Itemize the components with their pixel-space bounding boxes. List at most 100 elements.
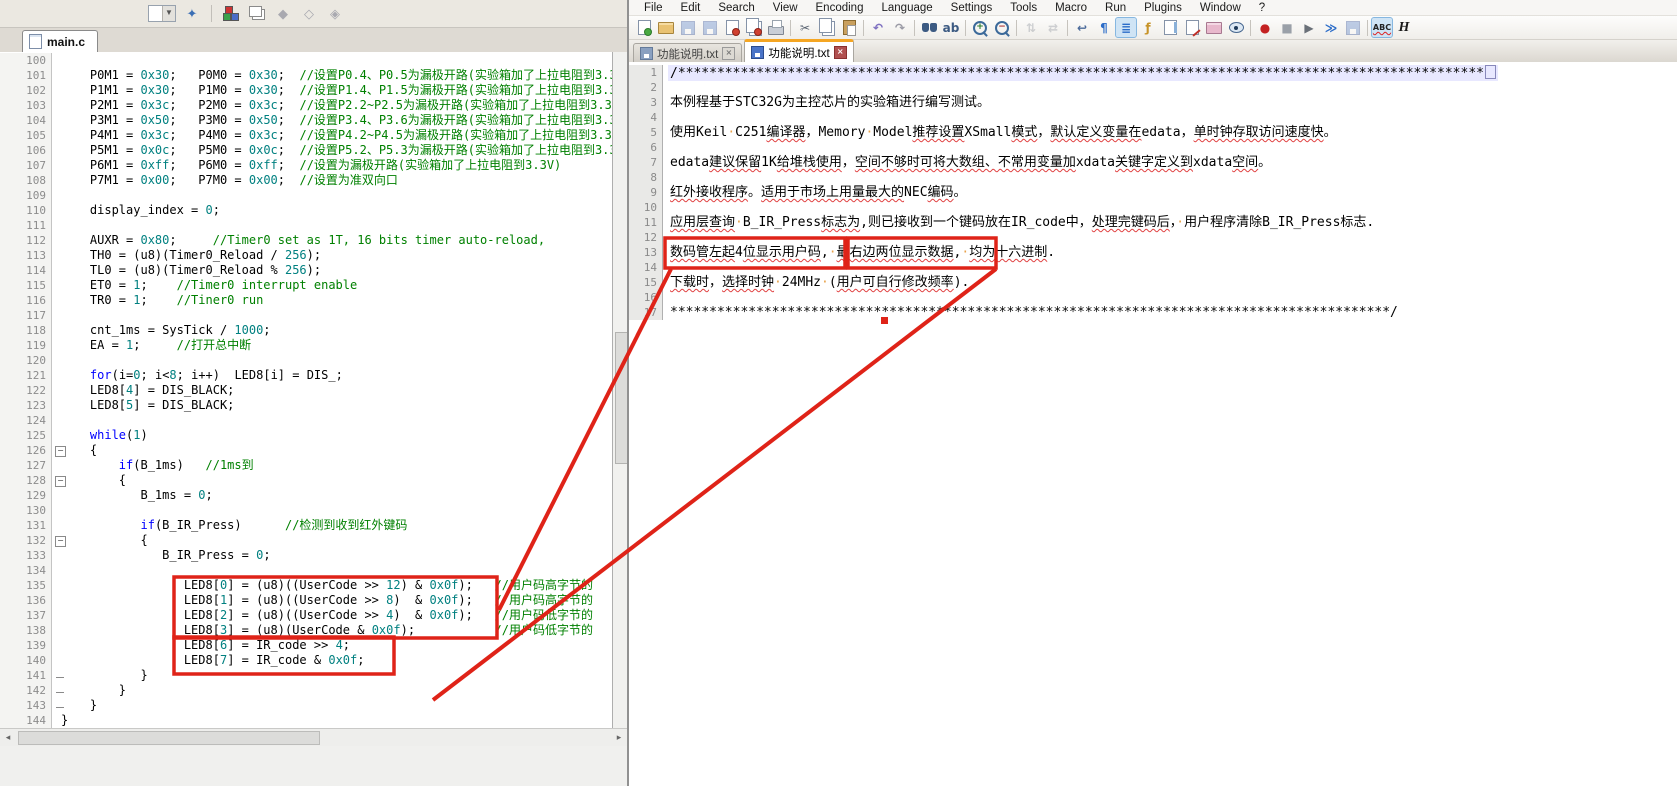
save-file-icon[interactable] xyxy=(678,18,698,37)
line-number: 14 xyxy=(629,260,663,275)
menu-edit[interactable]: Edit xyxy=(672,2,710,14)
code-text: LED8[2] = (u8)((UserCode >> 4) & 0x0f); … xyxy=(61,608,593,622)
code-line: 130 xyxy=(0,503,612,518)
paste-icon[interactable] xyxy=(839,18,859,37)
show-indent-guide-icon[interactable]: ≣ xyxy=(1115,17,1137,38)
tab-main-c[interactable]: main.c xyxy=(22,30,99,52)
sync-horizontal-scroll-icon[interactable]: ⇄ xyxy=(1043,18,1063,37)
line-number: 129 xyxy=(0,488,52,503)
code-text: } xyxy=(61,683,127,697)
new-file-icon[interactable] xyxy=(634,18,654,37)
line-number: 11 xyxy=(629,215,663,230)
hex-editor-icon[interactable]: H xyxy=(1394,18,1414,37)
sync-vertical-scroll-icon[interactable]: ⇅ xyxy=(1021,18,1041,37)
show-all-characters-icon[interactable]: ¶ xyxy=(1094,18,1114,37)
document-map-icon[interactable] xyxy=(1160,18,1180,37)
line-text: edata建议保留1K给堆栈使用，空间不够时可将大数组、不常用变量加xdata关… xyxy=(670,155,1272,170)
code-line: 139 LED8[6] = IR_code >> 4; xyxy=(0,638,612,653)
keil-editor[interactable]: 100 101 P0M1 = 0x30; P0M0 = 0x30; //设置P0.… xyxy=(0,52,612,728)
line-number: 13 xyxy=(629,245,663,260)
copy-icon[interactable] xyxy=(817,18,837,37)
save-all-icon[interactable] xyxy=(700,18,720,37)
code-text: cnt_1ms = SysTick / 1000; xyxy=(61,323,271,337)
fold-collapse-icon[interactable]: − xyxy=(55,446,66,457)
macro-play-icon[interactable]: ▶ xyxy=(1299,18,1319,37)
spell-check-icon[interactable]: ABC xyxy=(1371,17,1393,38)
zoom-in-icon[interactable] xyxy=(970,18,990,37)
menu-run[interactable]: Run xyxy=(1096,2,1135,14)
toolbar-separator xyxy=(1016,19,1017,36)
close-icon[interactable]: × xyxy=(833,46,847,59)
keil-horizontal-scrollbar[interactable]: ◂ ▸ xyxy=(0,728,627,746)
close-icon[interactable]: × xyxy=(722,47,736,60)
menu-plugins[interactable]: Plugins xyxy=(1135,2,1191,14)
macro-save-icon[interactable] xyxy=(1343,18,1363,37)
zoom-out-icon[interactable] xyxy=(992,18,1012,37)
diamond-solid-icon[interactable]: ◆ xyxy=(273,4,293,23)
toolbar-separator xyxy=(965,19,966,36)
npp-editor[interactable]: 1 /**************************************… xyxy=(629,62,1677,786)
menu-view[interactable]: View xyxy=(764,2,807,14)
tab-2-active[interactable]: 功能说明.txt × xyxy=(744,39,854,63)
text-line: 11 应用层查询·B_IR_Press标志为,则已接收到一个键码放在IR_code… xyxy=(629,215,1677,230)
line-number: 134 xyxy=(0,563,52,578)
line-number: 7 xyxy=(629,155,663,170)
select-target-dropdown[interactable]: ▼ xyxy=(148,5,176,22)
line-number: 4 xyxy=(629,110,663,125)
open-file-icon[interactable] xyxy=(656,18,676,37)
menu-language[interactable]: Language xyxy=(872,2,941,14)
print-icon[interactable] xyxy=(766,18,786,37)
code-line: 115 ET0 = 1; //Timer0 interrupt enable xyxy=(0,278,612,293)
macro-run-multiple-icon[interactable]: ≫ xyxy=(1321,18,1341,37)
menu-help[interactable]: ? xyxy=(1250,2,1274,14)
menu-file[interactable]: File xyxy=(635,2,672,14)
fold-collapse-icon[interactable]: − xyxy=(55,536,66,547)
macro-record-icon[interactable]: ● xyxy=(1255,18,1275,37)
menu-macro[interactable]: Macro xyxy=(1046,2,1096,14)
cascade-windows-icon[interactable] xyxy=(247,4,267,23)
line-number: 107 xyxy=(0,158,52,173)
folder-as-workspace-icon[interactable] xyxy=(1204,18,1224,37)
close-file-icon[interactable] xyxy=(722,18,742,37)
line-number: 106 xyxy=(0,143,52,158)
word-wrap-icon[interactable]: ↩ xyxy=(1072,18,1092,37)
text-line: 17 **************************************… xyxy=(629,305,1677,320)
redo-icon[interactable]: ↷ xyxy=(890,18,910,37)
line-text: 数码管左起4位显示用户码,·最右边两位显示数据,·均为十六进制. xyxy=(670,245,1056,260)
menu-window[interactable]: Window xyxy=(1191,2,1250,14)
cut-icon[interactable]: ✂ xyxy=(795,18,815,37)
code-line: 140 LED8[7] = IR_code & 0x0f; xyxy=(0,653,612,668)
code-line: 127 if(B_1ms) //1ms到 xyxy=(0,458,612,473)
chevron-down-icon[interactable]: ▼ xyxy=(162,6,175,21)
fold-collapse-icon[interactable]: − xyxy=(55,476,66,487)
scroll-left-arrow-icon[interactable]: ◂ xyxy=(0,732,16,743)
text-line: 12 xyxy=(629,230,1677,245)
code-text: TH0 = (u8)(Timer0_Reload / 256); xyxy=(61,248,322,262)
keil-vertical-scrollbar[interactable] xyxy=(612,52,628,728)
line-text: 应用层查询·B_IR_Press标志为,则已接收到一个键码放在IR_code中，… xyxy=(670,215,1375,230)
toolbar-separator xyxy=(211,5,212,22)
tab-1[interactable]: 功能说明.txt × xyxy=(633,43,743,63)
monitoring-icon[interactable] xyxy=(1226,18,1246,37)
find-icon[interactable] xyxy=(919,18,939,37)
scrollbar-thumb[interactable] xyxy=(18,730,320,745)
document-switcher-icon[interactable] xyxy=(1182,18,1202,37)
close-all-icon[interactable] xyxy=(744,18,764,37)
macro-stop-icon[interactable]: ■ xyxy=(1277,18,1297,37)
colored-blocks-icon[interactable] xyxy=(221,4,241,23)
function-list-icon[interactable]: ƒ xyxy=(1138,18,1158,37)
code-line: 117 xyxy=(0,308,612,323)
menu-tools[interactable]: Tools xyxy=(1001,2,1046,14)
undo-icon[interactable]: ↶ xyxy=(868,18,888,37)
code-line: 128− { xyxy=(0,473,612,488)
menu-search[interactable]: Search xyxy=(709,2,763,14)
menu-encoding[interactable]: Encoding xyxy=(807,2,873,14)
diamond-outline-icon[interactable]: ◇ xyxy=(299,4,319,23)
scroll-right-arrow-icon[interactable]: ▸ xyxy=(611,732,627,743)
diamond-mesh-icon[interactable]: ◈ xyxy=(325,4,345,23)
code-text: LED8[4] = DIS_BLACK; xyxy=(61,383,235,397)
menu-settings[interactable]: Settings xyxy=(942,2,1002,14)
magic-wand-icon[interactable]: ✦ xyxy=(182,4,202,23)
replace-icon[interactable]: ab xyxy=(941,18,961,37)
line-number: 123 xyxy=(0,398,52,413)
